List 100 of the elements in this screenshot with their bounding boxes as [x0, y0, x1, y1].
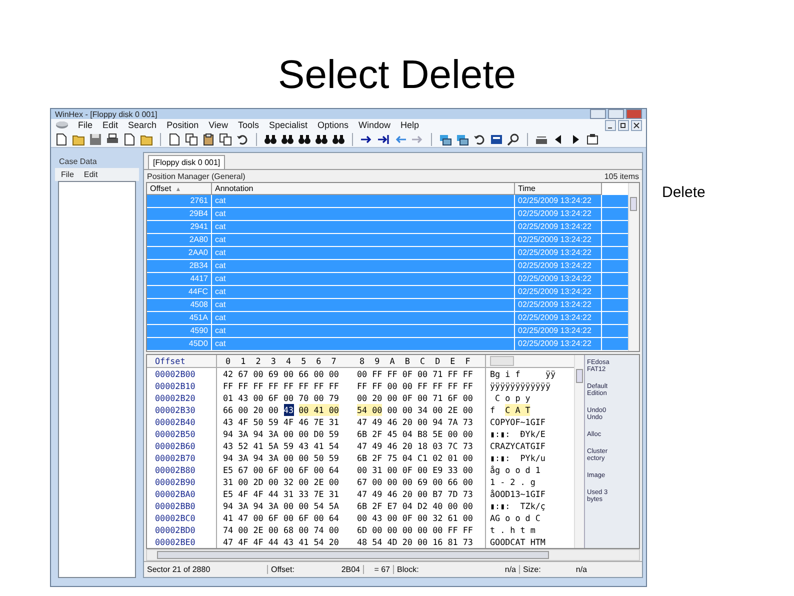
table-cell: 02/25/2009 13:24:22 [515, 273, 602, 285]
close-button[interactable] [631, 120, 642, 131]
ascii-text: f [490, 404, 496, 416]
hex-bytes: 00 31 00 0F 00 E9 33 00 [357, 464, 473, 476]
hex-bytes: 42 67 00 69 00 66 00 00 [223, 368, 339, 380]
status-value: n/a [576, 565, 587, 574]
pane-title: Case Data [58, 156, 98, 168]
menu-item[interactable]: View [204, 120, 233, 130]
scrollbar[interactable] [146, 549, 640, 561]
file-icon[interactable] [55, 132, 68, 146]
binoculars-icon[interactable] [281, 132, 294, 146]
menu-item[interactable]: Edit [98, 120, 124, 130]
table-cell: cat [212, 208, 515, 220]
hex-bytes: 43 [284, 404, 294, 416]
column-header[interactable]: Annotation [212, 183, 515, 195]
folder-icon[interactable] [72, 132, 85, 146]
hex-bytes: 54 00 [357, 404, 382, 416]
search-icon[interactable] [507, 132, 520, 146]
printer-icon[interactable] [106, 132, 119, 146]
arrow-right-bar-icon[interactable] [377, 132, 390, 146]
column-header: 1 [240, 355, 247, 367]
binoculars-icon[interactable] [298, 132, 311, 146]
table-cell: 02/25/2009 13:24:22 [515, 299, 602, 311]
table-cell: 4590 [147, 325, 212, 337]
table-cell: 02/25/2009 13:24:22 [515, 260, 602, 272]
folder-icon[interactable] [140, 132, 153, 146]
hex-bytes: 00 41 00 [298, 404, 339, 416]
copy-icon[interactable] [219, 132, 232, 146]
menu-item[interactable]: Specialist [264, 120, 312, 130]
ascii-text: GOODCAT HTM [490, 536, 546, 548]
hex-bytes: 94 3A 94 3A 00 00 54 5A [223, 500, 339, 512]
menu-item[interactable]: Position [162, 120, 204, 130]
scrollbar[interactable] [574, 355, 584, 548]
offset-label: 00002B40 [147, 416, 217, 428]
table-cell: 4417 [147, 273, 212, 285]
binoculars-icon[interactable] [264, 132, 277, 146]
minimize-button[interactable] [605, 120, 616, 131]
menu-item[interactable]: Edit [84, 170, 98, 179]
column-header[interactable]: Time [515, 183, 602, 195]
column-header: E [449, 355, 456, 367]
binoculars-icon[interactable] [332, 132, 345, 146]
hex-bytes: 6B 2F 75 04 C1 02 01 00 [357, 452, 473, 464]
menu-item[interactable]: Search [123, 120, 162, 130]
undo-icon[interactable] [236, 132, 249, 146]
menu-item[interactable]: File [61, 170, 74, 179]
tab[interactable]: [Floppy disk 0 001] [148, 155, 226, 169]
table-cell: 02/25/2009 13:24:22 [515, 247, 602, 259]
window-icon[interactable] [439, 132, 452, 146]
hex-bytes: 43 4F 50 59 4F 46 7E 31 [223, 416, 339, 428]
hex-bytes: 00 FF FF 0F 00 71 FF FF [357, 368, 473, 380]
menu-item[interactable]: File [73, 120, 98, 130]
hex-bytes: 6D 00 00 00 00 00 FF FF [357, 524, 473, 536]
box-icon[interactable] [586, 132, 599, 146]
restore-button[interactable] [618, 120, 629, 131]
menu-item[interactable]: Window [354, 120, 396, 130]
document-icon[interactable] [168, 132, 181, 146]
copy-icon[interactable] [185, 132, 198, 146]
calculator-icon[interactable] [490, 132, 503, 146]
hex-bytes: FF FF 00 00 FF FF FF FF [357, 380, 473, 392]
hex-bytes: 47 49 46 20 00 94 7A 73 [357, 416, 473, 428]
table-cell: cat [212, 286, 515, 298]
column-header: D [434, 355, 442, 367]
hex-bytes: 47 49 46 20 00 B7 7D 73 [357, 488, 473, 500]
hex-bytes: 67 00 00 00 69 00 66 00 [357, 476, 473, 488]
ascii-text: ▮:▮: PYk/u [490, 452, 546, 464]
offset-label: 00002B10 [147, 380, 217, 392]
table-cell: 02/25/2009 13:24:22 [515, 286, 602, 298]
table-cell: 02/25/2009 13:24:22 [515, 325, 602, 337]
offset-label: 00002BB0 [147, 500, 217, 512]
offset-label: 00002B00 [147, 368, 217, 380]
table-cell: cat [212, 325, 515, 337]
menu-item[interactable]: Help [396, 120, 424, 130]
binoculars-icon[interactable] [315, 132, 328, 146]
status-label: Size: [523, 565, 541, 574]
scrollbar[interactable] [628, 183, 639, 351]
offset-label: 00002B30 [147, 404, 217, 416]
ascii-text: åOOD13~1GIF [490, 488, 546, 500]
offset-label: 00002BD0 [147, 524, 217, 536]
clipboard-icon[interactable] [202, 132, 215, 146]
table-cell: cat [212, 221, 515, 233]
status-label: Block: [397, 565, 419, 574]
hex-bytes: E5 4F 4F 44 31 33 7E 31 [223, 488, 339, 500]
window-icon[interactable] [456, 132, 469, 146]
column-header: 4 [284, 355, 292, 367]
table-cell: 02/25/2009 13:24:22 [515, 221, 602, 233]
menu-item[interactable]: Tools [232, 120, 264, 130]
document-icon[interactable] [123, 132, 136, 146]
table-cell: cat [212, 299, 515, 311]
ascii-text: C A T [505, 404, 530, 416]
item-count: 105 items [604, 172, 639, 180]
ascii-text: CRAZYCATGIF [490, 440, 546, 452]
hex-bytes: 00 00 34 00 2E 00 [387, 404, 473, 416]
column-header: 8 [358, 355, 366, 367]
offset-label: 00002BE0 [147, 536, 217, 548]
menu-item[interactable]: Options [312, 120, 354, 130]
column-header: 0 [224, 355, 232, 367]
table-cell: 02/25/2009 13:24:22 [515, 338, 602, 350]
ascii-text: åg o o d 1 [490, 464, 540, 476]
hex-bytes: 94 3A 94 3A 00 00 D0 59 [223, 428, 339, 440]
ascii-text: ▮:▮: ÐYk/E [490, 428, 546, 440]
